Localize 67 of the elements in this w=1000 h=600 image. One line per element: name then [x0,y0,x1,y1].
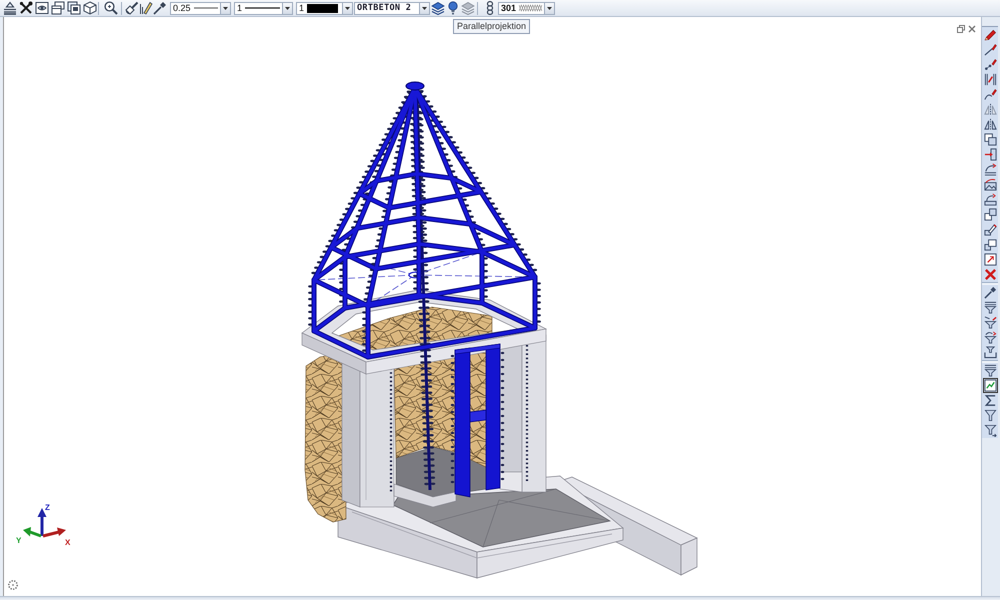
dropdown-field[interactable]: ORTBETON 2 [354,2,420,14]
x-axis-arrow [42,528,66,538]
funnel-arc-icon[interactable] [982,330,998,345]
axis-label: Y [16,536,22,545]
image-stack-icon[interactable] [982,177,998,192]
funnel-arrow-icon[interactable] [982,423,998,438]
copy-icon[interactable] [982,132,998,147]
interior-step [394,484,456,508]
chart-frame-icon[interactable] [982,378,998,393]
dropdown-button[interactable] [420,2,430,14]
overlapping-squares-icon[interactable] [982,207,998,222]
z-axis-arrow [38,508,46,536]
overlapping-squares-icon[interactable] [957,25,965,33]
tooltip: Parallelprojektion [453,19,530,34]
axis-label: X [65,538,70,547]
funnel-lines-icon[interactable] [982,363,998,378]
pipette-icon[interactable] [153,1,167,15]
line-sample-icon [194,6,218,10]
close-icon[interactable] [968,25,976,33]
dropdown-field[interactable]: 301 [498,2,545,14]
pipette-icon[interactable] [982,285,998,300]
pencil-icon[interactable] [139,1,153,15]
pen-stack-icon[interactable] [982,222,998,237]
pencil-icon[interactable] [982,27,998,42]
dropdown-button[interactable] [545,2,555,14]
dropdown-button[interactable] [221,2,231,14]
bulb-icon[interactable] [446,1,460,15]
cross-icon[interactable] [982,267,998,282]
caret-icon [285,6,290,10]
caret-icon [422,6,427,10]
funnel-tray-icon[interactable] [982,345,998,360]
triangle-tray-icon[interactable] [3,1,17,15]
hatch-pattern-icon [519,4,542,12]
arrow-into-box-icon[interactable] [982,147,998,162]
dropdown-field[interactable]: 1 [234,2,283,14]
framed-eye-icon[interactable] [35,1,49,15]
funnel-lines-icon[interactable] [982,300,998,315]
funnel-icon[interactable] [982,408,998,423]
mirror-icon[interactable] [982,102,998,117]
dropdown-button[interactable] [283,2,293,14]
search-icon[interactable] [104,1,118,15]
dropdown-button[interactable] [343,2,353,14]
dotted-ring-icon[interactable] [8,580,18,590]
curve-stack-icon[interactable] [982,162,998,177]
caret-icon [547,6,552,10]
dropdown-field[interactable]: 0.25 [170,2,221,14]
funnel-pen-icon[interactable] [982,315,998,330]
line-sample-icon [245,6,280,10]
line-pen-icon[interactable] [982,42,998,57]
caret-icon [345,6,350,10]
brush-icon[interactable] [125,1,139,15]
cube-icon[interactable] [83,1,97,15]
mirror-icon[interactable] [982,117,998,132]
stacked-pages-icon[interactable] [67,1,81,15]
stacked-squares-icon[interactable] [982,237,998,252]
layer-stack-icon[interactable] [431,1,445,15]
curve-edit-icon[interactable] [982,192,998,207]
dropdown-field[interactable]: 1 [296,2,343,14]
sigma-icon[interactable] [982,393,998,408]
split-column-icon[interactable] [982,72,998,87]
y-axis-arrow [23,527,42,538]
point-pen-icon[interactable] [982,57,998,72]
caret-icon [223,6,228,10]
stacked-windows-icon[interactable] [51,1,65,15]
axis-label: Z [45,503,50,512]
crossed-tools-icon[interactable] [19,1,33,15]
curve-pen-icon[interactable] [982,87,998,102]
